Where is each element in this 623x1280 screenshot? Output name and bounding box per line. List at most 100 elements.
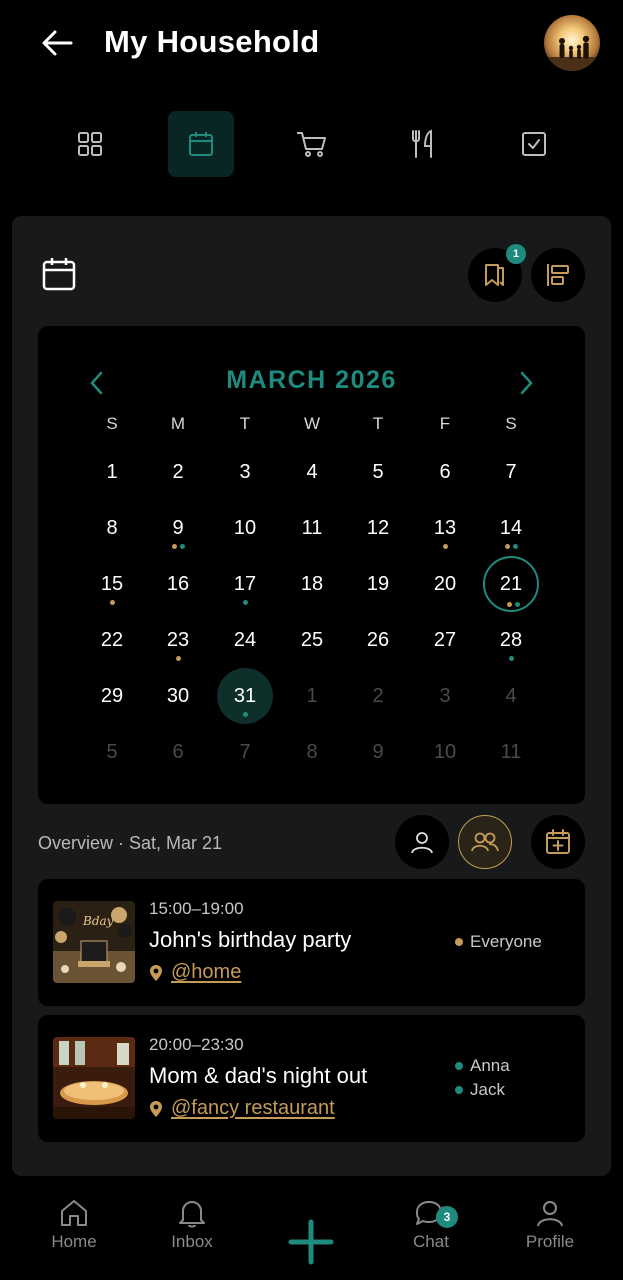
svg-text:Bday: Bday bbox=[82, 914, 114, 928]
weekday-label: M bbox=[170, 414, 186, 433]
calendar-day[interactable]: 13 bbox=[417, 500, 473, 556]
calendar-day[interactable]: 12 bbox=[350, 500, 406, 556]
avatar[interactable] bbox=[544, 15, 600, 71]
calendar-day[interactable]: 18 bbox=[284, 556, 340, 612]
event-dot bbox=[171, 544, 177, 549]
event-title: Mom & dad's night out bbox=[149, 1063, 368, 1088]
calendar-icon bbox=[189, 132, 213, 156]
calendar-day[interactable]: 3 bbox=[417, 668, 473, 724]
calendar-day[interactable]: 1 bbox=[84, 444, 140, 500]
page-title: My Household bbox=[104, 24, 320, 59]
event-dots bbox=[217, 712, 273, 717]
personal-filter-button[interactable] bbox=[395, 815, 449, 869]
nav-inbox[interactable]: Inbox bbox=[142, 1198, 242, 1252]
nav-chat[interactable]: 3 Chat bbox=[381, 1198, 481, 1252]
fork-knife-icon bbox=[412, 129, 432, 158]
calendar-day[interactable]: 9 bbox=[350, 724, 406, 780]
bookmarks-button[interactable]: 1 bbox=[468, 244, 526, 302]
calendar-day[interactable]: 10 bbox=[417, 724, 473, 780]
calendar-day[interactable]: 27 bbox=[417, 612, 473, 668]
calendar-day[interactable]: 17 bbox=[217, 556, 273, 612]
attendee: Anna bbox=[455, 1054, 510, 1078]
weekday-label: S bbox=[106, 414, 118, 433]
plus-icon bbox=[288, 1219, 334, 1265]
event-card[interactable]: Bday 15:00–19:00 John's birthday party @… bbox=[38, 879, 585, 1006]
calendar-day[interactable]: 14 bbox=[483, 500, 539, 556]
calendar-day[interactable]: 31 bbox=[217, 668, 273, 724]
calendar-day[interactable]: 29 bbox=[84, 668, 140, 724]
checkbox-icon bbox=[522, 132, 546, 156]
event-location[interactable]: @home bbox=[149, 961, 241, 984]
nav-label: Profile bbox=[525, 1232, 575, 1251]
nav-profile[interactable]: Profile bbox=[500, 1198, 600, 1252]
group-filter-button[interactable] bbox=[458, 815, 512, 869]
calendar-day[interactable]: 5 bbox=[350, 444, 406, 500]
tab-dashboard[interactable] bbox=[57, 111, 123, 177]
attendee: Jack bbox=[455, 1078, 510, 1102]
event-dot bbox=[242, 600, 248, 605]
calendar-day[interactable]: 19 bbox=[350, 556, 406, 612]
nav-home[interactable]: Home bbox=[24, 1198, 124, 1252]
chat-badge: 3 bbox=[436, 1206, 458, 1228]
calendar-day[interactable]: 2 bbox=[350, 668, 406, 724]
align-view-button[interactable] bbox=[531, 248, 585, 302]
calendar-day[interactable]: 1 bbox=[284, 668, 340, 724]
calendar-day[interactable]: 7 bbox=[483, 444, 539, 500]
calendar-plus-icon bbox=[546, 829, 570, 854]
tab-calendar[interactable] bbox=[168, 111, 234, 177]
calendar-day[interactable]: 5 bbox=[84, 724, 140, 780]
calendar-day[interactable]: 2 bbox=[150, 444, 206, 500]
event-dots bbox=[483, 544, 539, 549]
nav-add-button[interactable] bbox=[261, 1218, 361, 1266]
tab-tasks[interactable] bbox=[501, 111, 567, 177]
event-card[interactable]: 20:00–23:30 Mom & dad's night out @fancy… bbox=[38, 1015, 585, 1142]
month-calendar: MARCH 2026 S M T W T F S 1 2 3 4 5 6 7 8 9 10 11 12… bbox=[38, 326, 585, 804]
calendar-day[interactable]: 8 bbox=[84, 500, 140, 556]
calendar-day[interactable]: 10 bbox=[217, 500, 273, 556]
add-event-button[interactable] bbox=[531, 815, 585, 869]
calendar-day[interactable]: 4 bbox=[483, 668, 539, 724]
tab-meals[interactable] bbox=[390, 111, 456, 177]
user-icon bbox=[537, 1201, 563, 1227]
calendar-day[interactable]: 4 bbox=[284, 444, 340, 500]
event-dot bbox=[512, 544, 518, 549]
calendar-day[interactable]: 20 bbox=[417, 556, 473, 612]
calendar-header-icon bbox=[41, 256, 77, 297]
tab-shopping[interactable] bbox=[279, 111, 345, 177]
calendar-day[interactable]: 21 bbox=[483, 556, 539, 612]
next-month-button[interactable] bbox=[515, 368, 539, 398]
event-time: 15:00–19:00 bbox=[149, 899, 244, 918]
calendar-day[interactable]: 22 bbox=[84, 612, 140, 668]
back-button[interactable] bbox=[38, 26, 76, 60]
calendar-day[interactable]: 8 bbox=[284, 724, 340, 780]
event-time: 20:00–23:30 bbox=[149, 1035, 244, 1054]
weekday-label: F bbox=[439, 414, 451, 433]
event-location-text[interactable]: @home bbox=[171, 961, 241, 984]
calendar-day[interactable]: 16 bbox=[150, 556, 206, 612]
calendar-day[interactable]: 7 bbox=[217, 724, 273, 780]
home-icon bbox=[61, 1200, 87, 1226]
calendar-day[interactable]: 26 bbox=[350, 612, 406, 668]
calendar-day[interactable]: 11 bbox=[284, 500, 340, 556]
weekday-label: T bbox=[372, 414, 384, 433]
event-location[interactable]: @fancy restaurant bbox=[149, 1097, 335, 1120]
event-location-text[interactable]: @fancy restaurant bbox=[171, 1097, 335, 1120]
align-left-icon bbox=[547, 264, 569, 286]
calendar-day[interactable]: 30 bbox=[150, 668, 206, 724]
calendar-day[interactable]: 24 bbox=[217, 612, 273, 668]
event-dots bbox=[217, 600, 273, 605]
calendar-day[interactable]: 6 bbox=[417, 444, 473, 500]
calendar-day[interactable]: 6 bbox=[150, 724, 206, 780]
weekday-label: S bbox=[505, 414, 517, 433]
calendar-day[interactable]: 9 bbox=[150, 500, 206, 556]
calendar-day[interactable]: 28 bbox=[483, 612, 539, 668]
calendar-day[interactable]: 15 bbox=[84, 556, 140, 612]
nav-label: Chat bbox=[413, 1232, 449, 1251]
calendar-day[interactable]: 3 bbox=[217, 444, 273, 500]
calendar-day[interactable]: 11 bbox=[483, 724, 539, 780]
location-pin-icon bbox=[150, 1100, 162, 1117]
bottom-nav: Home Inbox 3 Chat Profile bbox=[0, 1198, 623, 1280]
calendar-day[interactable]: 25 bbox=[284, 612, 340, 668]
event-attendees: Anna Jack bbox=[455, 1054, 510, 1102]
calendar-day[interactable]: 23 bbox=[150, 612, 206, 668]
